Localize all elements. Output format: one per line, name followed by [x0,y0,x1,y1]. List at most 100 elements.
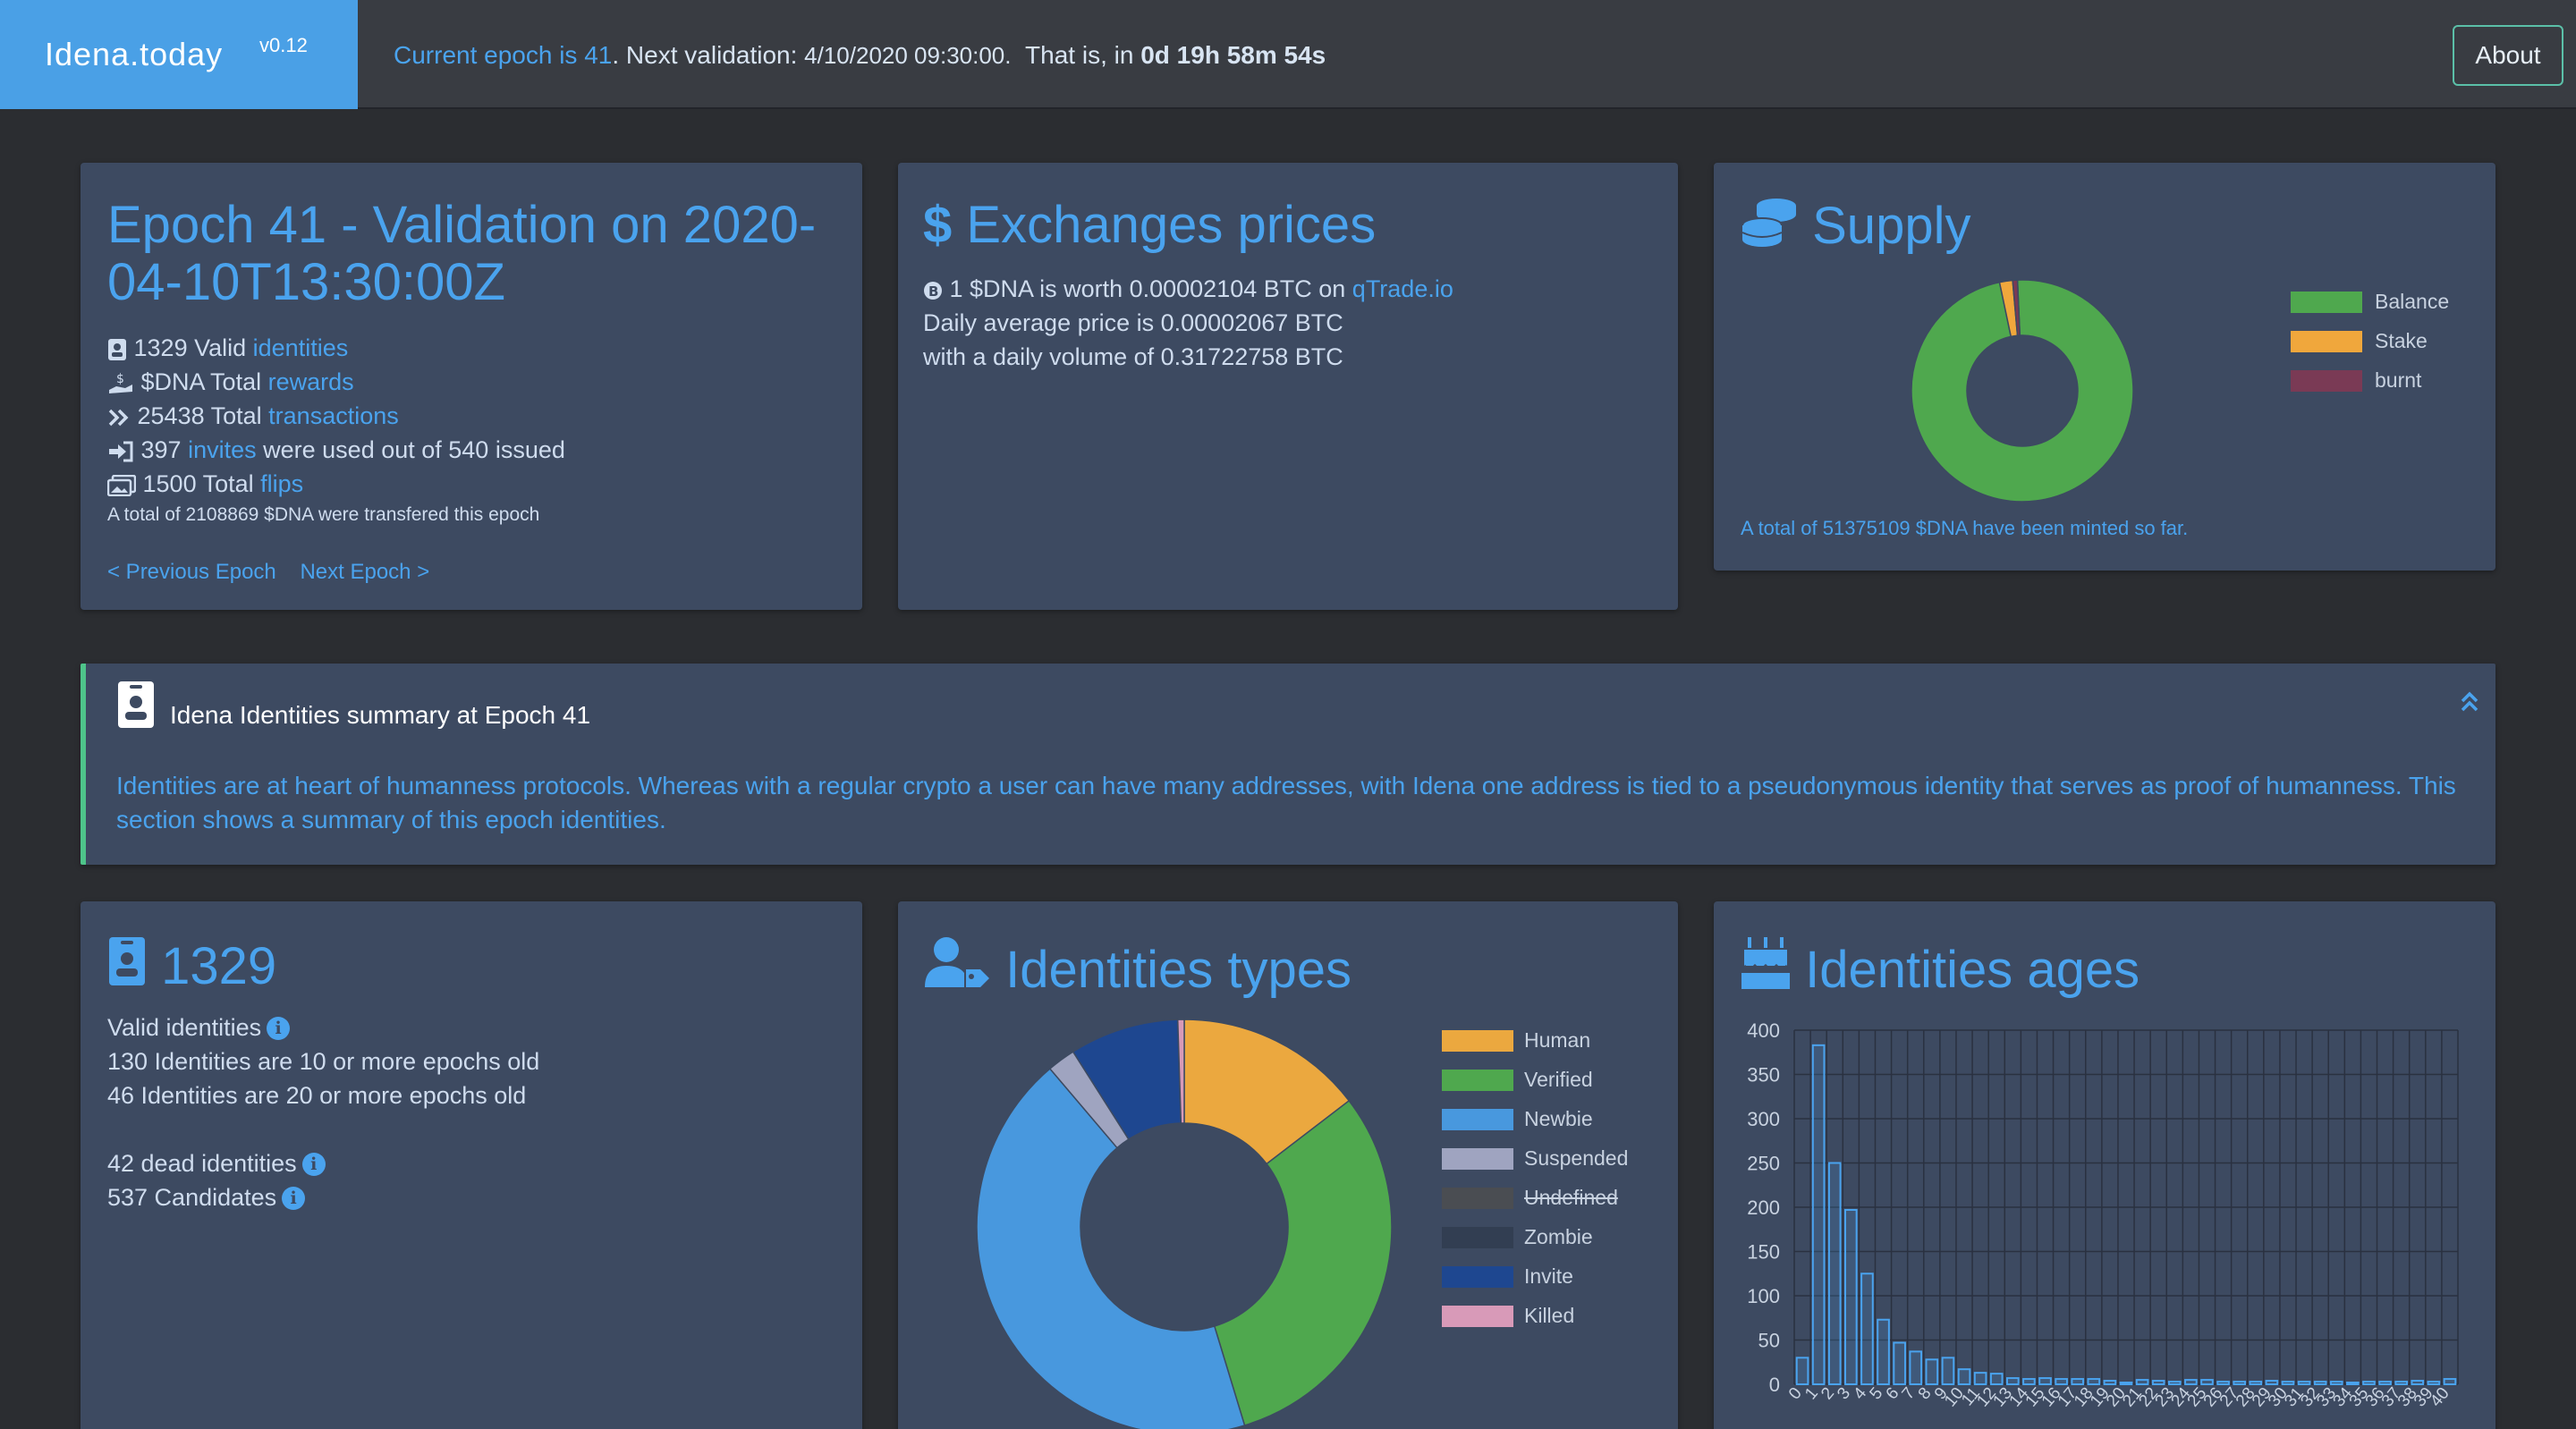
legend-swatch-killed[interactable] [1442,1306,1513,1327]
legend-swatch-human[interactable] [1442,1030,1513,1052]
legend-label-newbie[interactable]: Newbie [1524,1107,1593,1131]
count-title: 1329 [107,935,276,995]
svg-text:B: B [928,283,938,300]
previous-epoch-link[interactable]: < Previous Epoch [107,560,276,584]
bar-age-21[interactable] [2135,1379,2149,1385]
bar-age-27[interactable] [2233,1381,2247,1385]
legend-label-verified[interactable]: Verified [1524,1068,1593,1092]
bar-age-25[interactable] [2200,1379,2214,1385]
bar-age-32[interactable] [2313,1381,2327,1385]
legend-label-human[interactable]: Human [1524,1028,1590,1053]
bar-age-15[interactable] [2038,1377,2052,1386]
bar-age-33[interactable] [2329,1381,2343,1385]
y-tick-label: 100 [1747,1285,1780,1307]
bar-age-18[interactable] [2087,1378,2101,1385]
transactions-link[interactable]: transactions [268,402,399,429]
x-tick-label: 6 [1883,1384,1903,1404]
brand[interactable]: Idena.today v0.12 [0,0,358,109]
legend-swatch-verified[interactable] [1442,1070,1513,1091]
bar-age-35[interactable] [2362,1381,2376,1385]
exchange-link[interactable]: qTrade.io [1352,275,1453,302]
sign-in-icon [109,441,133,462]
bar-age-6[interactable] [1893,1341,1906,1385]
id-badge-icon [118,681,154,728]
about-button[interactable]: About [2453,25,2563,86]
legend-swatch-newbie[interactable] [1442,1109,1513,1130]
legend-swatch-burnt[interactable] [2291,370,2362,392]
bar-age-2[interactable] [1827,1162,1842,1385]
next-epoch-link[interactable]: Next Epoch > [300,560,429,584]
bar-age-40[interactable] [2443,1378,2457,1385]
bar-age-10[interactable] [1957,1368,1971,1386]
legend-label-stake[interactable]: Stake [2375,329,2428,353]
legend-label-killed[interactable]: Killed [1524,1304,1574,1328]
flips-link[interactable]: flips [260,470,303,497]
bar-age-37[interactable] [2394,1381,2408,1385]
legend-label-undefined[interactable]: Undefined [1524,1186,1618,1210]
bar-age-31[interactable] [2297,1381,2311,1385]
bar-age-12[interactable] [1989,1373,2004,1385]
bar-age-7[interactable] [1909,1350,1923,1385]
bar-age-28[interactable] [2249,1381,2263,1385]
y-tick-label: 400 [1747,1019,1780,1042]
info-icon[interactable]: i [267,1017,291,1040]
bar-age-4[interactable] [1860,1273,1874,1385]
info-icon[interactable]: i [282,1187,306,1210]
bar-age-13[interactable] [2005,1377,2020,1386]
legend-swatch-invite[interactable] [1442,1266,1513,1288]
bar-age-39[interactable] [2427,1381,2441,1385]
types-title-text: Identities types [1005,941,1352,999]
supply-donut-chart [1911,279,2134,503]
bar-age-3[interactable] [1844,1208,1858,1385]
birthday-cake-icon [1741,937,1790,989]
bar-age-23[interactable] [2167,1381,2182,1385]
bar-age-38[interactable] [2411,1380,2425,1386]
collapse-button[interactable] [2456,689,2483,724]
bar-age-30[interactable] [2281,1381,2295,1385]
y-tick-label: 250 [1747,1153,1780,1175]
exchange-title-text: Exchanges prices [966,196,1377,254]
bar-age-0[interactable] [1795,1357,1809,1385]
bar-age-20[interactable] [2119,1382,2133,1385]
legend-swatch-undefined[interactable] [1442,1188,1513,1209]
bar-age-16[interactable] [2055,1378,2068,1385]
legend-label-suspended[interactable]: Suspended [1524,1146,1628,1171]
bar-age-29[interactable] [2265,1380,2279,1386]
legend-label-invite[interactable]: Invite [1524,1264,1573,1289]
countdown-prefix: That is, in [1025,41,1134,69]
x-tick-label: 40 [2427,1384,2453,1411]
invites-line: 397 invites were used out of 540 issued [107,433,565,467]
slice-balance [1911,279,2134,503]
invites-link[interactable]: invites [188,436,257,463]
legend-swatch-stake[interactable] [2291,331,2362,352]
ten-epochs-line: 130 Identities are 10 or more epochs old [107,1048,540,1075]
rewards-link[interactable]: rewards [268,368,354,395]
bar-age-5[interactable] [1877,1318,1890,1386]
bar-age-34[interactable] [2346,1382,2360,1385]
bar-age-14[interactable] [2022,1378,2036,1385]
bar-age-17[interactable] [2071,1378,2085,1385]
bar-age-36[interactable] [2378,1381,2392,1385]
y-tick-label: 50 [1758,1330,1780,1352]
bar-age-19[interactable] [2103,1380,2117,1386]
legend-label-zombie[interactable]: Zombie [1524,1225,1593,1249]
bar-age-22[interactable] [2151,1380,2165,1386]
x-tick-label: 1 [1801,1384,1822,1404]
bar-age-26[interactable] [2216,1381,2230,1385]
brand-name[interactable]: Idena.today [45,36,223,73]
identities-link[interactable]: identities [253,334,349,361]
bar-age-8[interactable] [1925,1358,1939,1385]
bar-age-1[interactable] [1811,1044,1826,1386]
legend-label-balance[interactable]: Balance [2375,290,2449,314]
worth-text: 1 $DNA is worth 0.00002104 BTC on [949,275,1346,302]
legend-swatch-balance[interactable] [2291,292,2362,313]
x-tick-label: 5 [1866,1384,1886,1404]
daily-volume: with a daily volume of 0.31722758 BTC [923,343,1343,370]
legend-swatch-suspended[interactable] [1442,1148,1513,1170]
legend-label-burnt[interactable]: burnt [2375,368,2421,393]
legend-swatch-zombie[interactable] [1442,1227,1513,1248]
bar-age-11[interactable] [1973,1372,1987,1386]
bar-age-9[interactable] [1941,1357,1955,1385]
info-icon[interactable]: i [301,1153,326,1176]
bar-age-24[interactable] [2184,1379,2198,1385]
